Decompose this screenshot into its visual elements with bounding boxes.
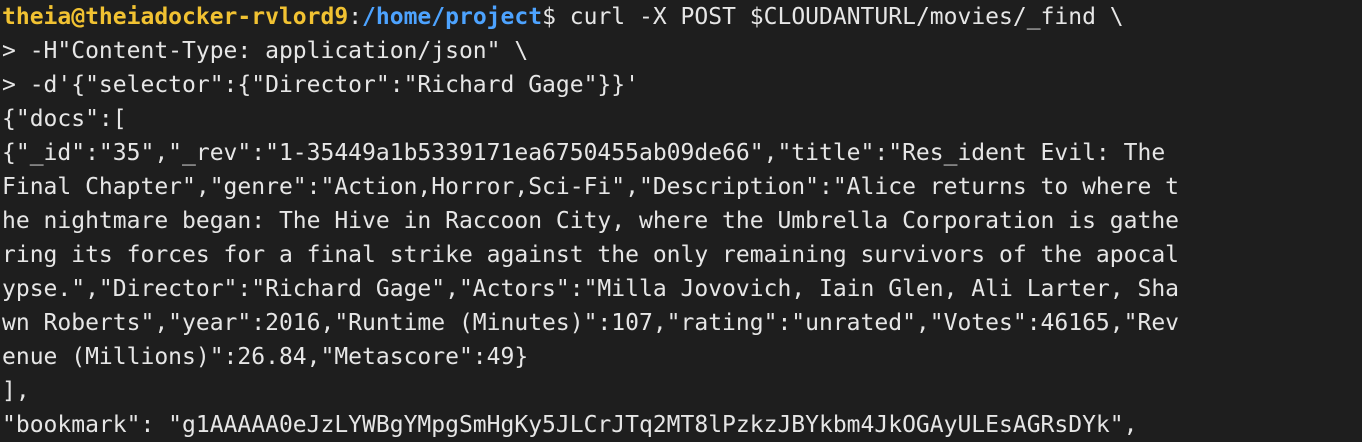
prompt-user-host: theia@theiadocker-rvlord9 [2, 4, 349, 30]
command-text: curl -X POST $CLOUDANTURL/movies/_find \ [555, 4, 1124, 30]
prompt-path: /home/project [362, 4, 543, 30]
prompt-dollar: $ [542, 4, 556, 30]
output-line: {"_id":"35","_rev":"1-35449a1b5339171ea6… [2, 140, 1166, 166]
output-line: > -H"Content-Type: application/json" \ [2, 38, 529, 64]
output-line: Final Chapter","genre":"Action,Horror,Sc… [2, 174, 1180, 200]
terminal-window[interactable]: theia@theiadocker-rvlord9:/home/project$… [0, 0, 1362, 442]
output-line: enue (Millions)":26.84,"Metascore":49} [2, 344, 529, 370]
output-line: ring its forces for a final strike again… [2, 242, 1180, 268]
output-line: he nightmare began: The Hive in Raccoon … [2, 208, 1180, 234]
command-line: theia@theiadocker-rvlord9:/home/project$… [2, 0, 1362, 34]
output-line: wn Roberts","year":2016,"Runtime (Minute… [2, 310, 1180, 336]
output-line: {"docs":[ [2, 106, 127, 132]
output-line: > -d'{"selector":{"Director":"Richard Ga… [2, 72, 639, 98]
output-line: ], [2, 378, 30, 404]
output-line: "bookmark": "g1AAAAA0eJzLYWBgYMpgSmHgKy5… [2, 412, 1138, 438]
prompt-colon: : [348, 4, 363, 30]
output-line: ypse.","Director":"Richard Gage","Actors… [2, 276, 1180, 302]
